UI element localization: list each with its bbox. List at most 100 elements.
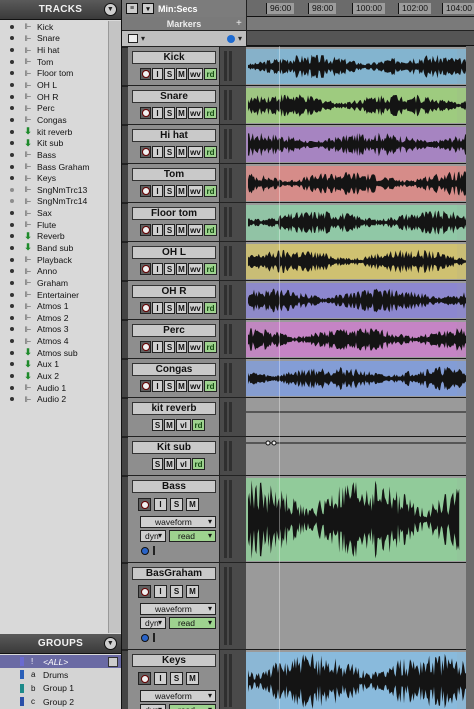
solo-button[interactable]: S	[170, 672, 183, 685]
track-view-button[interactable]: wv	[188, 146, 203, 158]
track-show-hide-dot-icon[interactable]	[10, 385, 14, 390]
track-playlist-lane[interactable]	[246, 124, 474, 163]
track-view-button[interactable]: wv	[188, 380, 203, 392]
track-show-hide-dot-icon[interactable]	[10, 59, 14, 64]
record-enable-button[interactable]	[140, 341, 151, 353]
track-show-hide-dot-icon[interactable]	[10, 117, 14, 122]
markers-ruler[interactable]: Markers +	[122, 17, 474, 31]
solo-button[interactable]: S	[170, 498, 183, 511]
input-monitor-button[interactable]: I	[152, 146, 163, 158]
track-name[interactable]: OH R	[132, 285, 216, 298]
mute-button[interactable]: M	[176, 380, 187, 392]
track-list-item[interactable]: ⊩ Audio 1	[0, 382, 108, 394]
track-select-strip[interactable]	[122, 47, 128, 85]
group-options-button[interactable]	[108, 656, 118, 667]
track-select-strip[interactable]	[122, 203, 128, 241]
mute-button[interactable]: M	[186, 585, 199, 598]
track-show-hide-dot-icon[interactable]	[10, 24, 14, 29]
solo-button[interactable]: S	[164, 68, 175, 80]
track-playlist-lane[interactable]	[246, 202, 474, 241]
input-monitor-button[interactable]: I	[152, 107, 163, 119]
track-list-scrollbar[interactable]	[108, 21, 121, 633]
track-view-button[interactable]: wv	[188, 185, 203, 197]
track-list-item[interactable]: ⬇ Atmos sub	[0, 347, 108, 359]
input-monitor-button[interactable]: I	[152, 224, 163, 236]
automation-mode-button[interactable]: rd	[192, 419, 205, 431]
mute-button[interactable]: M	[176, 185, 187, 197]
track-show-hide-dot-icon[interactable]	[10, 315, 14, 320]
track-view-dropdown[interactable]: waveform	[140, 603, 216, 615]
solo-button[interactable]: S	[164, 380, 175, 392]
track-view-button[interactable]: wv	[188, 68, 203, 80]
track-select-strip[interactable]	[122, 281, 128, 319]
track-list-item[interactable]: ⬇ kit reverb	[0, 126, 108, 138]
track-name[interactable]: BasGraham	[132, 567, 216, 580]
track-show-hide-dot-icon[interactable]	[10, 327, 14, 332]
track-list-item[interactable]: ⬇ Aux 1	[0, 359, 108, 371]
automation-mode-button[interactable]: rd	[204, 107, 217, 119]
input-monitor-button[interactable]: I	[152, 380, 163, 392]
track-view-button[interactable]: wv	[188, 302, 203, 314]
track-list-item[interactable]: ⊩ SngNmTrc13	[0, 184, 108, 196]
track-list-item[interactable]: ⬇ Band sub	[0, 242, 108, 254]
input-monitor-button[interactable]: I	[154, 498, 167, 511]
track-list-item[interactable]: ⊩ Floor tom	[0, 68, 108, 80]
track-list-item[interactable]: ⊩ Graham	[0, 277, 108, 289]
add-marker-button[interactable]: +	[236, 18, 242, 29]
track-select-strip[interactable]	[122, 650, 128, 709]
edit-window-scrollbar[interactable]	[466, 46, 474, 709]
track-show-hide-dot-icon[interactable]	[10, 257, 14, 262]
track-show-hide-dot-icon[interactable]	[10, 71, 14, 76]
track-show-hide-dot-icon[interactable]	[10, 164, 14, 169]
track-show-hide-dot-icon[interactable]	[10, 48, 14, 53]
track-show-hide-dot-icon[interactable]	[10, 280, 14, 285]
solo-button[interactable]: S	[164, 263, 175, 275]
track-select-strip[interactable]	[122, 398, 128, 436]
input-monitor-button[interactable]: I	[154, 672, 167, 685]
group-list-item[interactable]: ! <ALL>	[0, 655, 121, 669]
track-playlist-lane[interactable]	[246, 319, 474, 358]
solo-button[interactable]: S	[164, 302, 175, 314]
track-show-hide-dot-icon[interactable]	[10, 176, 14, 181]
track-list-item[interactable]: ⊩ Perc	[0, 102, 108, 114]
mute-button[interactable]: M	[176, 341, 187, 353]
solo-button[interactable]: S	[164, 224, 175, 236]
record-enable-button[interactable]	[140, 224, 151, 236]
ruler-view-icon[interactable]: ≡	[126, 3, 138, 14]
input-monitor-button[interactable]: I	[152, 302, 163, 314]
track-voice-icon[interactable]	[141, 546, 149, 555]
mute-button[interactable]: M	[176, 302, 187, 314]
track-voice-icon[interactable]	[141, 633, 149, 642]
track-list-item[interactable]: ⊩ Bass Graham	[0, 161, 108, 173]
automation-mode-dropdown[interactable]: read	[169, 704, 216, 709]
track-list-item[interactable]: ⊩ Keys	[0, 172, 108, 184]
track-view-button[interactable]: wv	[188, 263, 203, 275]
track-playlist-lane[interactable]	[246, 85, 474, 124]
mute-button[interactable]: M	[186, 672, 199, 685]
track-list-item[interactable]: ⊩ OH L	[0, 79, 108, 91]
track-view-button[interactable]: vl	[176, 419, 191, 431]
track-show-hide-dot-icon[interactable]	[10, 269, 14, 274]
mute-button[interactable]: M	[164, 419, 175, 431]
track-select-strip[interactable]	[122, 476, 128, 562]
track-show-hide-dot-icon[interactable]	[10, 350, 14, 355]
track-list-item[interactable]: ⊩ Congas	[0, 114, 108, 126]
input-monitor-button[interactable]: I	[152, 263, 163, 275]
automation-mode-dropdown[interactable]: read	[169, 617, 216, 629]
mute-button[interactable]: M	[176, 107, 187, 119]
track-select-strip[interactable]	[122, 125, 128, 163]
automation-mode-button[interactable]: rd	[204, 185, 217, 197]
track-show-hide-dot-icon[interactable]	[10, 94, 14, 99]
track-name[interactable]: Keys	[132, 654, 216, 667]
record-enable-button[interactable]	[140, 380, 151, 392]
track-name[interactable]: kit reverb	[132, 402, 216, 415]
track-show-hide-dot-icon[interactable]	[10, 211, 14, 216]
input-monitor-button[interactable]: I	[152, 341, 163, 353]
zoom-toggle-icon[interactable]	[226, 34, 235, 43]
track-playlist-lane[interactable]	[246, 475, 474, 562]
track-playlist-lane[interactable]	[246, 241, 474, 280]
mute-button[interactable]: M	[186, 498, 199, 511]
solo-button[interactable]: S	[164, 185, 175, 197]
track-show-hide-dot-icon[interactable]	[10, 245, 14, 250]
groups-menu-button[interactable]: ▼	[104, 637, 117, 650]
